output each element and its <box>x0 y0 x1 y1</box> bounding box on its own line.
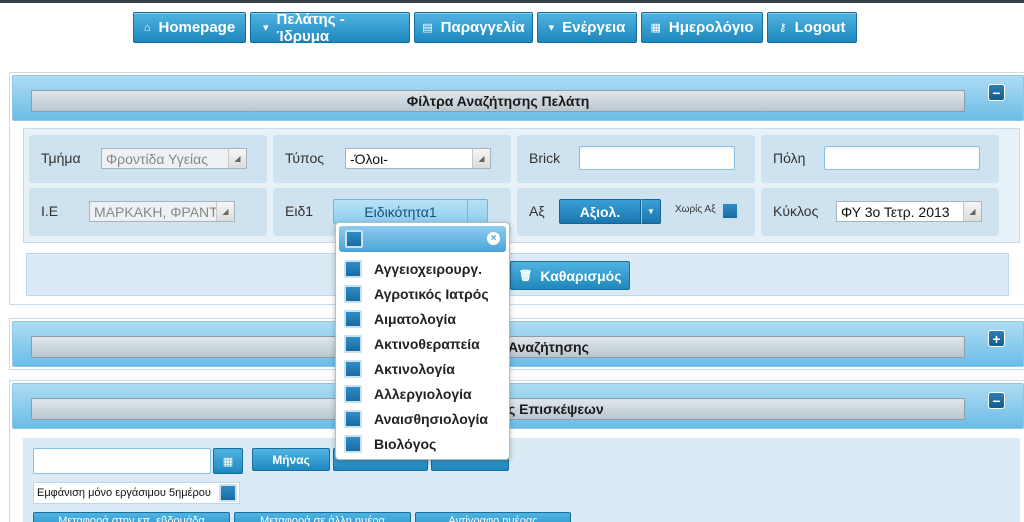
nav-order[interactable]: ▤ Παραγγελία <box>414 12 533 43</box>
chevron-down-icon: ◢ <box>472 149 490 168</box>
weekdays-toggle: Εμφάνιση μόνο εργάσιμου 5ημέρου <box>33 482 240 504</box>
field-poli: Πόλη <box>761 135 999 183</box>
key-icon: ⚷ <box>778 22 787 34</box>
no-ax-label: Χωρίς Αξ <box>675 204 716 215</box>
trash-icon: 🗑 <box>518 270 533 282</box>
dropdown-item[interactable]: Αγγειοχειρουργ. <box>344 258 482 280</box>
chevron-down-icon: ◢ <box>963 202 981 221</box>
panel-title: Φίλτρα Αναζήτησης Πελάτη <box>31 90 965 112</box>
nav-action[interactable]: ▾ Ενέργεια <box>537 12 637 43</box>
nav-homepage[interactable]: ⌂ Homepage <box>133 12 246 43</box>
database-icon: ▤ <box>422 22 433 34</box>
ax-button[interactable]: Αξιολ. <box>559 199 641 224</box>
filter-fields: Τμήμα Φροντίδα Υγείας ◢ Τύπος -Όλοι- ◢ B… <box>23 128 1020 243</box>
specialty-dropdown: × Αγγειοχειρουργ. Αγροτικός Ιατρός Αιματ… <box>335 222 510 460</box>
checkbox[interactable] <box>344 310 362 328</box>
ie-select[interactable]: ΜΑΡΚΑΚΗ, ΦΡΑΝΤΖ ◢ <box>89 201 235 222</box>
caret-down-icon: ▾ <box>548 22 555 34</box>
home-icon: ⌂ <box>143 21 151 34</box>
move-other-day-button[interactable]: Μεταφορά σε άλλη ημέρα <box>234 512 411 522</box>
dropdown-item[interactable]: Αναισθησιολογία <box>344 408 488 430</box>
date-input[interactable] <box>33 448 211 474</box>
collapse-icon[interactable]: − <box>988 84 1005 101</box>
main-nav: ⌂ Homepage ▾ Πελάτης - Ίδρυμα ▤ Παραγγελ… <box>133 11 857 45</box>
dropdown-header: × <box>339 226 506 252</box>
nav-client[interactable]: ▾ Πελάτης - Ίδρυμα <box>250 11 410 45</box>
clear-button[interactable]: 🗑 Καθαρισμός <box>510 261 630 290</box>
copy-day-button[interactable]: Αντίγραφο ημέρας <box>415 512 571 522</box>
caret-down-icon[interactable]: ▼ <box>641 199 661 224</box>
clear-bar: 🗑 Καθαρισμός <box>26 253 1009 296</box>
nav-logout[interactable]: ⚷ Logout <box>767 12 857 43</box>
specialty-multiselect[interactable]: Ειδικότητα1 <box>333 199 488 224</box>
chevron-down-icon: ◢ <box>216 202 234 221</box>
checkbox[interactable] <box>344 335 362 353</box>
client-filter-panel: Φίλτρα Αναζήτησης Πελάτη − Τμήμα Φροντίδ… <box>9 72 1024 305</box>
dropdown-item[interactable]: Αιματολογία <box>344 308 456 330</box>
typos-select[interactable]: -Όλοι- ◢ <box>345 148 491 169</box>
panel-header: Φίλτρα Αναζήτησης Πελάτη − <box>12 75 1024 121</box>
month-button[interactable]: Μήνας <box>252 448 330 471</box>
calendar-icon[interactable]: ▦ <box>213 448 243 474</box>
nav-calendar[interactable]: ▦ Ημερολόγιο <box>641 12 763 43</box>
poli-input[interactable] <box>824 146 980 170</box>
field-ax: Αξ Αξιολ. ▼ Χωρίς Αξ <box>517 188 755 236</box>
visits-toolbar: ▦ Μήνας Εμφάνιση μόνο εργάσιμου 5ημέρου … <box>23 438 1020 522</box>
field-kyklos: Κύκλος ΦΥ 3ο Τετρ. 2013 ◢ <box>761 188 999 236</box>
kyklos-select[interactable]: ΦΥ 3ο Τετρ. 2013 ◢ <box>836 201 982 222</box>
checkbox[interactable] <box>344 410 362 428</box>
checkbox[interactable] <box>344 285 362 303</box>
field-tmima: Τμήμα Φροντίδα Υγείας ◢ <box>29 135 267 183</box>
move-next-week-button[interactable]: Μεταφορά στην επ. εβδομάδα <box>33 512 230 522</box>
dropdown-item[interactable]: Αλλεργιολογία <box>344 383 472 405</box>
chevron-down-icon: ◢ <box>228 149 246 168</box>
field-ie: Ι.Ε ΜΑΡΚΑΚΗ, ΦΡΑΝΤΖ ◢ <box>29 188 267 236</box>
field-typos: Τύπος -Όλοι- ◢ <box>273 135 511 183</box>
checkbox[interactable] <box>344 385 362 403</box>
dropdown-item[interactable]: Ακτινολογία <box>344 358 455 380</box>
checkbox[interactable] <box>344 360 362 378</box>
visits-panel: ς Επισκέψεων − ▦ Μήνας Εμφάνιση μόνο εργ… <box>9 380 1024 522</box>
no-ax-checkbox[interactable] <box>721 202 739 220</box>
checkbox[interactable] <box>344 260 362 278</box>
expand-icon[interactable]: + <box>988 330 1005 347</box>
ax-split-button: Αξιολ. ▼ <box>559 199 661 224</box>
collapse-icon[interactable]: − <box>988 392 1005 409</box>
select-all-checkbox[interactable] <box>345 230 363 248</box>
field-brick: Brick <box>517 135 755 183</box>
tmima-select[interactable]: Φροντίδα Υγείας ◢ <box>101 148 247 169</box>
checkbox[interactable] <box>344 435 362 453</box>
brick-input[interactable] <box>579 146 735 170</box>
panel-header: Αναζήτησης + <box>12 321 1024 367</box>
close-icon[interactable]: × <box>487 232 500 245</box>
calendar-icon: ▦ <box>650 22 661 34</box>
weekdays-checkbox[interactable] <box>218 484 237 502</box>
dropdown-item[interactable]: Αγροτικός Ιατρός <box>344 283 489 305</box>
dropdown-item[interactable]: Ακτινοθεραπεία <box>344 333 480 355</box>
search-results-panel: Αναζήτησης + <box>9 318 1024 370</box>
top-border <box>0 0 1024 3</box>
dropdown-item[interactable]: Βιολόγος <box>344 433 436 455</box>
caret-down-icon: ▾ <box>263 22 269 34</box>
panel-header: ς Επισκέψεων − <box>12 383 1024 429</box>
